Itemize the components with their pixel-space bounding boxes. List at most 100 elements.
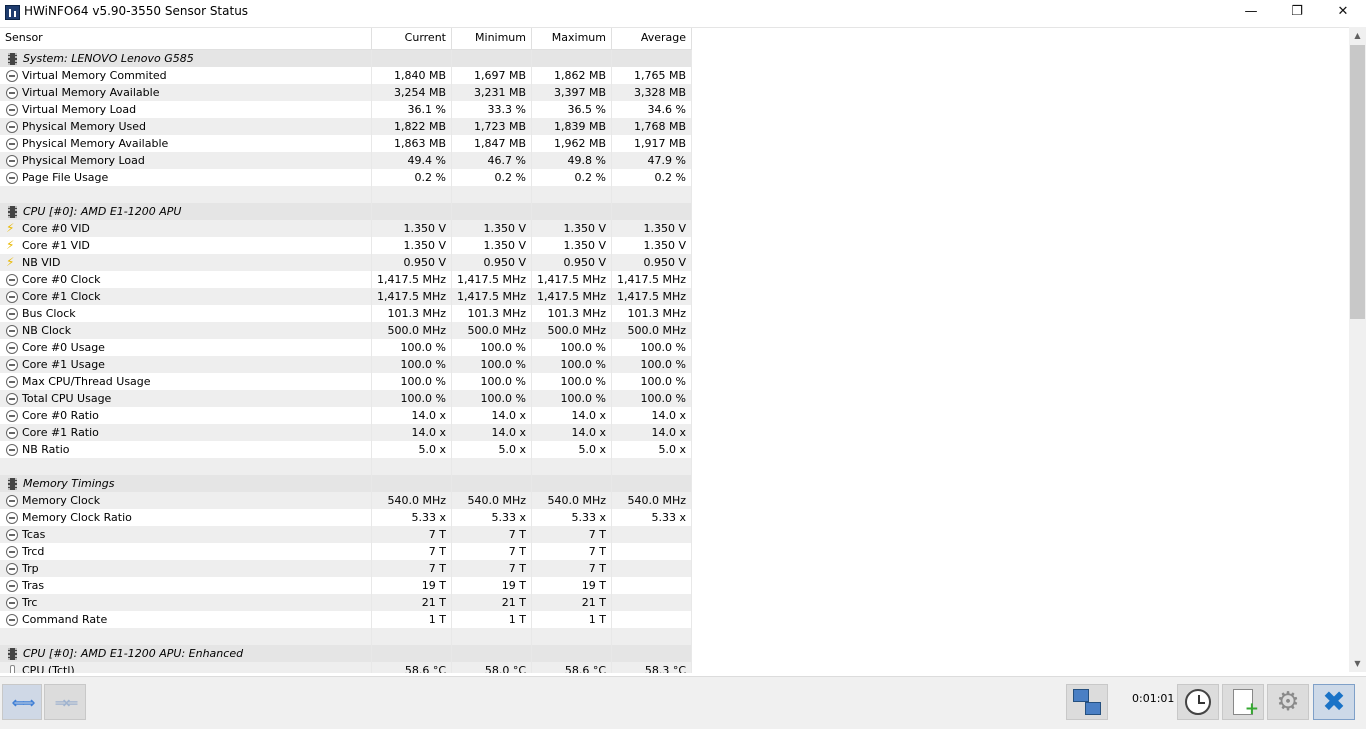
sensor-row[interactable]: Memory Clock Ratio 5.33 x 5.33 x 5.33 x 5.33… bbox=[0, 509, 692, 526]
reset-clock-button[interactable] bbox=[1177, 684, 1219, 720]
sensor-row[interactable]: Core #0 VID 1.350 V 1.350 V 1.350 V 1.350 V bbox=[0, 220, 692, 237]
minimum-value bbox=[452, 186, 532, 203]
scroll-up-button[interactable]: ▲ bbox=[1349, 27, 1366, 44]
sensor-row[interactable]: Core #1 Ratio 14.0 x 14.0 x 14.0 x 14.0 x bbox=[0, 424, 692, 441]
maximum-value-text: 19 T bbox=[581, 579, 606, 592]
sensor-row[interactable]: Core #1 VID 1.350 V 1.350 V 1.350 V 1.350 V bbox=[0, 237, 692, 254]
current-value: 1,417.5 MHz bbox=[372, 288, 452, 305]
maximum-value bbox=[532, 186, 612, 203]
sensor-row[interactable]: NB Ratio 5.0 x 5.0 x 5.0 x 5.0 x bbox=[0, 441, 692, 458]
sensor-row[interactable]: Virtual Memory Available 3,254 MB 3,231 MB… bbox=[0, 84, 692, 101]
minimum-value-text: 1,723 MB bbox=[473, 120, 526, 133]
minimum-value-text: 14.0 x bbox=[491, 409, 527, 422]
maximum-value-text: 0.2 % bbox=[574, 171, 606, 184]
sensor-row[interactable]: Tcas 7 T 7 T 7 T bbox=[0, 526, 692, 543]
average-value-text: 3,328 MB bbox=[633, 86, 686, 99]
close-window-button[interactable]: ✕ bbox=[1320, 0, 1366, 23]
sensor-row[interactable]: Physical Memory Used 1,822 MB 1,723 MB 1,83… bbox=[0, 118, 692, 135]
maximum-value-text: 500.0 MHz bbox=[547, 324, 606, 337]
maximum-value: 101.3 MHz bbox=[532, 305, 612, 322]
sensor-row[interactable]: Core #0 Usage 100.0 % 100.0 % 100.0 % 100.0 … bbox=[0, 339, 692, 356]
restore-button[interactable]: ❐ bbox=[1274, 0, 1320, 23]
sensor-row[interactable]: CPU (Tctl) 58.6 °C 58.0 °C 58.6 °C 58.3 °C bbox=[0, 662, 692, 673]
sensor-row[interactable]: Physical Memory Available 1,863 MB 1,847 M… bbox=[0, 135, 692, 152]
average-value-text: 14.0 x bbox=[651, 426, 687, 439]
sensor-row[interactable]: NB VID 0.950 V 0.950 V 0.950 V 0.950 V bbox=[0, 254, 692, 271]
expand-collapse-button[interactable]: ⇐⇒ bbox=[2, 684, 42, 720]
collapse-button[interactable]: ⇒⇐ bbox=[44, 684, 86, 720]
sensor-row[interactable]: Total CPU Usage 100.0 % 100.0 % 100.0 % 100.… bbox=[0, 390, 692, 407]
add-log-icon bbox=[1233, 689, 1259, 719]
minimum-value-text: 7 T bbox=[508, 545, 526, 558]
bolt-icon bbox=[6, 220, 18, 237]
minimum-value: 14.0 x bbox=[452, 407, 532, 424]
settings-button[interactable]: ⚙ bbox=[1267, 684, 1309, 720]
sensor-row[interactable]: Max CPU/Thread Usage 100.0 % 100.0 % 100.0 … bbox=[0, 373, 692, 390]
current-value-text: 7 T bbox=[428, 545, 446, 558]
column-header-maximum[interactable]: Maximum bbox=[532, 28, 612, 49]
sensor-name-text: CPU [#0]: AMD E1-1200 APU: Enhanced bbox=[23, 647, 244, 660]
column-header-current[interactable]: Current bbox=[372, 28, 452, 49]
sensor-row[interactable]: Virtual Memory Load 36.1 % 33.3 % 36.5 % 34.… bbox=[0, 101, 692, 118]
gauge-icon bbox=[6, 528, 18, 541]
scroll-thumb[interactable] bbox=[1350, 45, 1365, 319]
minimum-value: 1,417.5 MHz bbox=[452, 271, 532, 288]
sensor-row[interactable]: Bus Clock 101.3 MHz 101.3 MHz 101.3 MHz 101.… bbox=[0, 305, 692, 322]
maximum-value-text: 1.350 V bbox=[563, 239, 606, 252]
maximum-value-text: 21 T bbox=[581, 596, 606, 609]
column-header-average[interactable]: Average bbox=[612, 28, 692, 49]
current-value: 1.350 V bbox=[372, 237, 452, 254]
average-value-text: 14.0 x bbox=[651, 409, 687, 422]
sensor-row[interactable]: Memory Clock 540.0 MHz 540.0 MHz 540.0 MHz 5… bbox=[0, 492, 692, 509]
sensor-row[interactable]: Virtual Memory Commited 1,840 MB 1,697 MB 1… bbox=[0, 67, 692, 84]
average-value bbox=[612, 475, 692, 492]
column-header-sensor[interactable]: Sensor bbox=[0, 28, 372, 49]
sensor-row[interactable]: Trp 7 T 7 T 7 T bbox=[0, 560, 692, 577]
minimum-value-text: 14.0 x bbox=[491, 426, 527, 439]
sensor-row[interactable]: Core #0 Clock 1,417.5 MHz 1,417.5 MHz 1,417… bbox=[0, 271, 692, 288]
network-button[interactable] bbox=[1066, 684, 1108, 720]
sensor-name-text: Memory Clock bbox=[22, 494, 101, 507]
sensor-name-text: Memory Clock Ratio bbox=[22, 511, 132, 524]
logging-button[interactable] bbox=[1222, 684, 1264, 720]
gauge-icon bbox=[6, 307, 18, 320]
sensor-group-row[interactable]: CPU [#0]: AMD E1-1200 APU bbox=[0, 203, 692, 220]
sensor-row[interactable]: Command Rate 1 T 1 T 1 T bbox=[0, 611, 692, 628]
sensor-row[interactable]: Tras 19 T 19 T 19 T bbox=[0, 577, 692, 594]
minimum-value-text: 21 T bbox=[501, 596, 526, 609]
minimum-value: 100.0 % bbox=[452, 373, 532, 390]
sensor-name-text: Core #1 Clock bbox=[22, 290, 101, 303]
maximum-value: 100.0 % bbox=[532, 356, 612, 373]
current-value-text: 36.1 % bbox=[407, 103, 446, 116]
close-sensors-button[interactable]: ✖ bbox=[1313, 684, 1355, 720]
sensor-name: CPU [#0]: AMD E1-1200 APU: Enhanced bbox=[0, 645, 372, 662]
vertical-scrollbar[interactable]: ▲ ▼ bbox=[1349, 27, 1366, 672]
scroll-down-button[interactable]: ▼ bbox=[1349, 655, 1366, 672]
minimum-value-text: 7 T bbox=[508, 528, 526, 541]
sensor-row[interactable]: Physical Memory Load 49.4 % 46.7 % 49.8 % 47… bbox=[0, 152, 692, 169]
network-icon bbox=[1073, 689, 1101, 715]
average-value-text: 0.950 V bbox=[643, 256, 686, 269]
average-value bbox=[612, 645, 692, 662]
minimum-value: 1.350 V bbox=[452, 237, 532, 254]
average-value: 1.350 V bbox=[612, 237, 692, 254]
sensor-group-row[interactable]: Memory Timings bbox=[0, 475, 692, 492]
sensor-row[interactable]: Page File Usage 0.2 % 0.2 % 0.2 % 0.2 % bbox=[0, 169, 692, 186]
average-value-text: 101.3 MHz bbox=[627, 307, 686, 320]
current-value: 0.950 V bbox=[372, 254, 452, 271]
sensor-row[interactable]: Core #0 Ratio 14.0 x 14.0 x 14.0 x 14.0 x bbox=[0, 407, 692, 424]
gauge-icon bbox=[6, 324, 18, 337]
sensor-group-row[interactable]: CPU [#0]: AMD E1-1200 APU: Enhanced bbox=[0, 645, 692, 662]
sensor-row[interactable]: Trcd 7 T 7 T 7 T bbox=[0, 543, 692, 560]
column-header-minimum[interactable]: Minimum bbox=[452, 28, 532, 49]
minimize-button[interactable]: — bbox=[1228, 0, 1274, 23]
average-value: 1,917 MB bbox=[612, 135, 692, 152]
sensor-group-row[interactable]: System: LENOVO Lenovo G585 bbox=[0, 50, 692, 67]
sensor-row[interactable]: Core #1 Usage 100.0 % 100.0 % 100.0 % 100.0 … bbox=[0, 356, 692, 373]
average-value: 58.3 °C bbox=[612, 662, 692, 673]
sensor-row[interactable]: Core #1 Clock 1,417.5 MHz 1,417.5 MHz 1,417… bbox=[0, 288, 692, 305]
minimum-value: 7 T bbox=[452, 526, 532, 543]
gauge-icon bbox=[6, 154, 18, 167]
sensor-row[interactable]: Trc 21 T 21 T 21 T bbox=[0, 594, 692, 611]
sensor-row[interactable]: NB Clock 500.0 MHz 500.0 MHz 500.0 MHz 500.0… bbox=[0, 322, 692, 339]
